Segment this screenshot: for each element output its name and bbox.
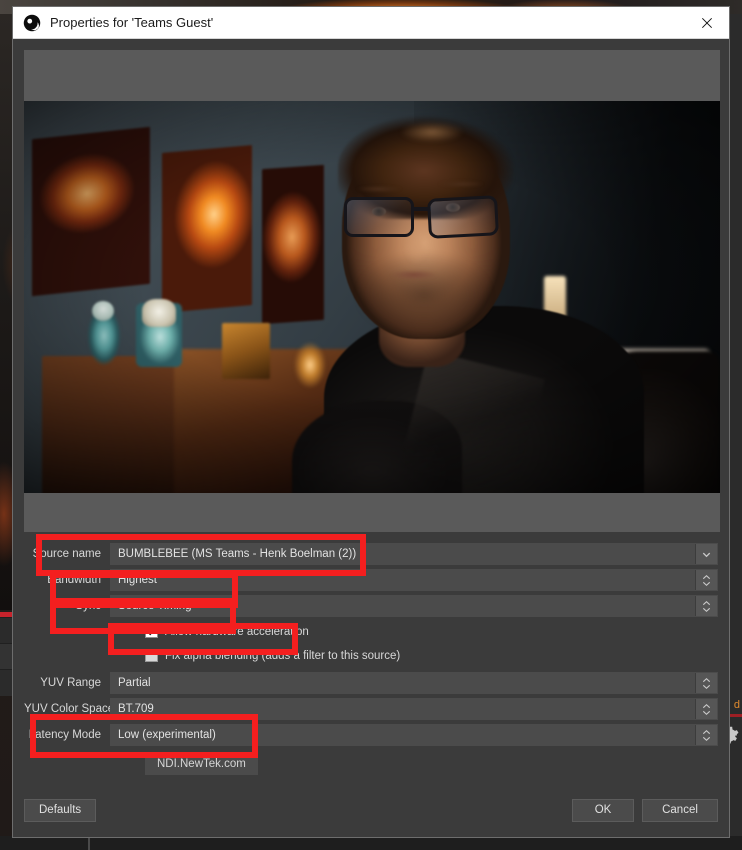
preview-artwork-2: [162, 145, 252, 313]
label-source-name: Source name: [32, 548, 101, 560]
checkbox-row-fix-alpha-blending[interactable]: Fix alpha blending (adds a filter to thi…: [24, 645, 718, 666]
preview-video-frame: [24, 101, 720, 493]
dialog-button-bar: Defaults OK Cancel: [13, 783, 729, 837]
background-bottom-strip: [0, 836, 742, 850]
preview-desk-lamp: [292, 339, 328, 391]
preview-robot-toy-head: [92, 301, 114, 321]
preview-artwork-1: [32, 126, 150, 297]
dialog-body: Source name BUMBLEBEE (MS Teams - Henk B…: [13, 39, 729, 783]
ndi-newtek-link-button[interactable]: NDI.NewTek.com: [145, 753, 258, 775]
dialog-title: Properties for 'Teams Guest': [50, 15, 214, 30]
source-name-value: BUMBLEBEE (MS Teams - Henk Boelman (2)): [118, 548, 357, 560]
cancel-button[interactable]: Cancel: [642, 798, 718, 822]
preview-person-nose: [402, 223, 434, 265]
yuv-color-space-spinbox[interactable]: BT.709: [110, 698, 718, 720]
form-row-bandwidth: Bandwidth Highest: [24, 569, 718, 591]
properties-form: Source name BUMBLEBEE (MS Teams - Henk B…: [24, 532, 718, 783]
form-row-sync: Sync Source Timing: [24, 595, 718, 617]
checkbox-label-fix-alpha-blending: Fix alpha blending (adds a filter to thi…: [165, 649, 401, 662]
yuv-range-value: Partial: [118, 677, 151, 689]
preview-person-mouth: [386, 269, 442, 281]
label-sync: Sync: [75, 600, 101, 612]
form-row-yuv-color-space: YUV Color Space BT.709: [24, 698, 718, 720]
spinner-arrows-icon[interactable]: [695, 596, 717, 616]
sync-spinbox[interactable]: Source Timing: [110, 595, 718, 617]
source-name-combobox[interactable]: BUMBLEBEE (MS Teams - Henk Boelman (2)): [110, 543, 718, 565]
spinner-arrows-icon[interactable]: [695, 673, 717, 693]
background-right-label: d: [733, 699, 740, 711]
ok-button[interactable]: OK: [572, 798, 634, 822]
spinner-arrows-icon[interactable]: [695, 570, 717, 590]
label-yuv-color-space: YUV Color Space: [24, 703, 115, 715]
form-row-source-name: Source name BUMBLEBEE (MS Teams - Henk B…: [24, 543, 718, 565]
checkbox-hardware-acceleration[interactable]: [145, 625, 158, 638]
spinner-arrows-icon[interactable]: [695, 725, 717, 745]
checkbox-fix-alpha-blending[interactable]: [145, 649, 158, 662]
form-row-yuv-range: YUV Range Partial: [24, 672, 718, 694]
ndi-video-preview: [24, 50, 720, 532]
properties-dialog: Properties for 'Teams Guest' Source name…: [12, 6, 730, 838]
ndi-link-row: NDI.NewTek.com: [24, 753, 718, 775]
sync-value: Source Timing: [118, 600, 192, 612]
background-bottom-divider: [88, 836, 90, 850]
preview-artwork-3: [262, 164, 324, 325]
checkbox-row-hardware-acceleration[interactable]: Allow hardware acceleration: [24, 621, 718, 642]
label-latency-mode: Latency Mode: [28, 729, 101, 741]
defaults-button[interactable]: Defaults: [24, 798, 97, 822]
preview-person-hair-highlight: [392, 119, 472, 145]
label-yuv-range: YUV Range: [40, 677, 101, 689]
dialog-titlebar: Properties for 'Teams Guest': [13, 7, 729, 39]
checkbox-label-hardware-acceleration: Allow hardware acceleration: [165, 625, 309, 638]
bandwidth-spinbox[interactable]: Highest: [110, 569, 718, 591]
preview-desk-frame: [222, 323, 270, 379]
preview-raccoon-mug-face: [142, 299, 176, 327]
yuv-color-space-value: BT.709: [118, 703, 154, 715]
yuv-range-spinbox[interactable]: Partial: [110, 672, 718, 694]
obs-logo-icon: [23, 14, 41, 32]
form-row-latency-mode: Latency Mode Low (experimental): [24, 724, 718, 746]
close-icon[interactable]: [685, 7, 729, 38]
spinner-arrows-icon[interactable]: [695, 699, 717, 719]
chevron-down-icon[interactable]: [695, 544, 717, 564]
preview-person-brow-right: [434, 180, 488, 187]
preview-glasses-lens-right: [427, 195, 499, 239]
latency-mode-value: Low (experimental): [118, 729, 216, 741]
bandwidth-value: Highest: [118, 574, 157, 586]
latency-mode-spinbox[interactable]: Low (experimental): [110, 724, 718, 746]
label-bandwidth: Bandwidth: [47, 574, 101, 586]
